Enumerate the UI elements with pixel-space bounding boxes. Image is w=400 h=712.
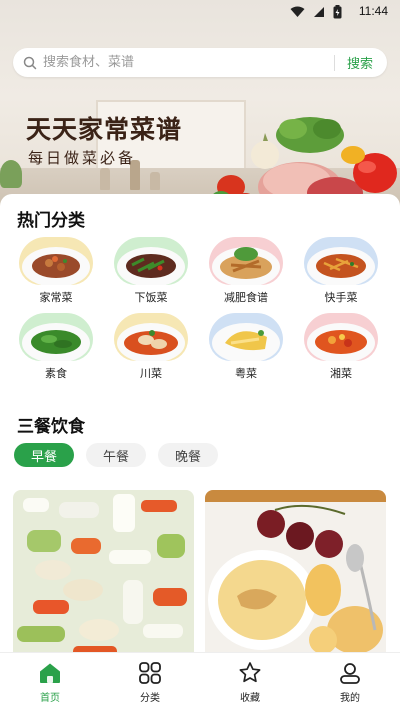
nav-categories[interactable]: 分类 <box>100 653 200 712</box>
recipe-card[interactable] <box>205 490 386 652</box>
category-rice-dishes[interactable]: 下饭菜 <box>111 234 191 306</box>
hero-banner: 天天家常菜谱 每日做菜必备 <box>0 0 400 215</box>
home-icon <box>40 663 60 683</box>
user-icon <box>340 663 360 684</box>
category-label: 湘菜 <box>330 367 352 380</box>
category-label: 川菜 <box>140 367 162 380</box>
search-input[interactable] <box>43 51 334 74</box>
status-bar: 11:44 <box>0 0 400 24</box>
rice-dish-image <box>114 237 188 285</box>
category-vegetarian[interactable]: 素食 <box>16 310 96 382</box>
category-diet-recipes[interactable]: 减肥食谱 <box>206 234 286 306</box>
custard-and-fruit-image <box>205 490 386 652</box>
tab-breakfast[interactable]: 早餐 <box>14 443 74 467</box>
bottle-decoration <box>100 168 110 190</box>
banner-subtitle: 每日做菜必备 <box>28 149 137 167</box>
grid-icon <box>139 662 161 684</box>
category-label: 粤菜 <box>235 367 257 380</box>
category-home-style[interactable]: 家常菜 <box>16 234 96 306</box>
quick-dish-image <box>304 237 378 285</box>
category-label: 素食 <box>45 367 67 380</box>
bottle-decoration <box>150 172 160 190</box>
nav-home[interactable]: 首页 <box>0 653 100 712</box>
tab-lunch[interactable]: 午餐 <box>86 443 146 467</box>
category-label: 减肥食谱 <box>224 291 268 304</box>
nav-label: 收藏 <box>240 693 260 704</box>
search-button[interactable]: 搜索 <box>347 53 373 72</box>
search-divider <box>333 54 335 71</box>
wifi-icon <box>290 6 305 17</box>
nav-profile[interactable]: 我的 <box>300 653 400 712</box>
sichuan-dish-image <box>114 313 188 361</box>
category-label: 快手菜 <box>324 291 358 304</box>
star-icon <box>239 662 261 683</box>
category-label: 下饭菜 <box>134 291 168 304</box>
recipe-card[interactable] <box>13 490 194 652</box>
category-sichuan[interactable]: 川菜 <box>111 310 191 382</box>
status-icons <box>290 5 342 19</box>
meal-tabs: 早餐 午餐 晚餐 <box>14 443 218 467</box>
vegetarian-dish-image <box>19 313 93 361</box>
nav-label: 首页 <box>40 693 60 704</box>
battery-icon <box>333 5 342 19</box>
nav-label: 我的 <box>340 693 360 704</box>
status-time: 11:44 <box>358 4 388 18</box>
category-hunan[interactable]: 湘菜 <box>301 310 381 382</box>
content-sheet: 热门分类 家常菜 下饭菜 减肥食谱 快手菜 素食 川菜 粤菜 湘菜 三餐饮食 早… <box>0 194 400 652</box>
nav-favorites[interactable]: 收藏 <box>200 653 300 712</box>
hunan-dish-image <box>304 313 378 361</box>
signal-icon <box>314 7 324 17</box>
stir-fried-vegetables-image <box>13 490 194 652</box>
banner-title: 天天家常菜谱 <box>26 115 183 144</box>
cantonese-dish-image <box>209 313 283 361</box>
diet-dish-image <box>209 237 283 285</box>
bottom-navigation: 首页 分类 收藏 我的 <box>0 652 400 712</box>
search-icon <box>23 56 37 69</box>
hot-categories-title: 热门分类 <box>17 211 85 231</box>
category-quick-dishes[interactable]: 快手菜 <box>301 234 381 306</box>
category-label: 家常菜 <box>39 291 73 304</box>
tab-dinner[interactable]: 晚餐 <box>158 443 218 467</box>
category-cantonese[interactable]: 粤菜 <box>206 310 286 382</box>
meals-title: 三餐饮食 <box>17 417 85 437</box>
home-style-dish-image <box>19 237 93 285</box>
nav-label: 分类 <box>140 693 160 704</box>
search-bar[interactable]: 搜索 <box>13 48 387 77</box>
plant-decoration <box>0 160 22 188</box>
